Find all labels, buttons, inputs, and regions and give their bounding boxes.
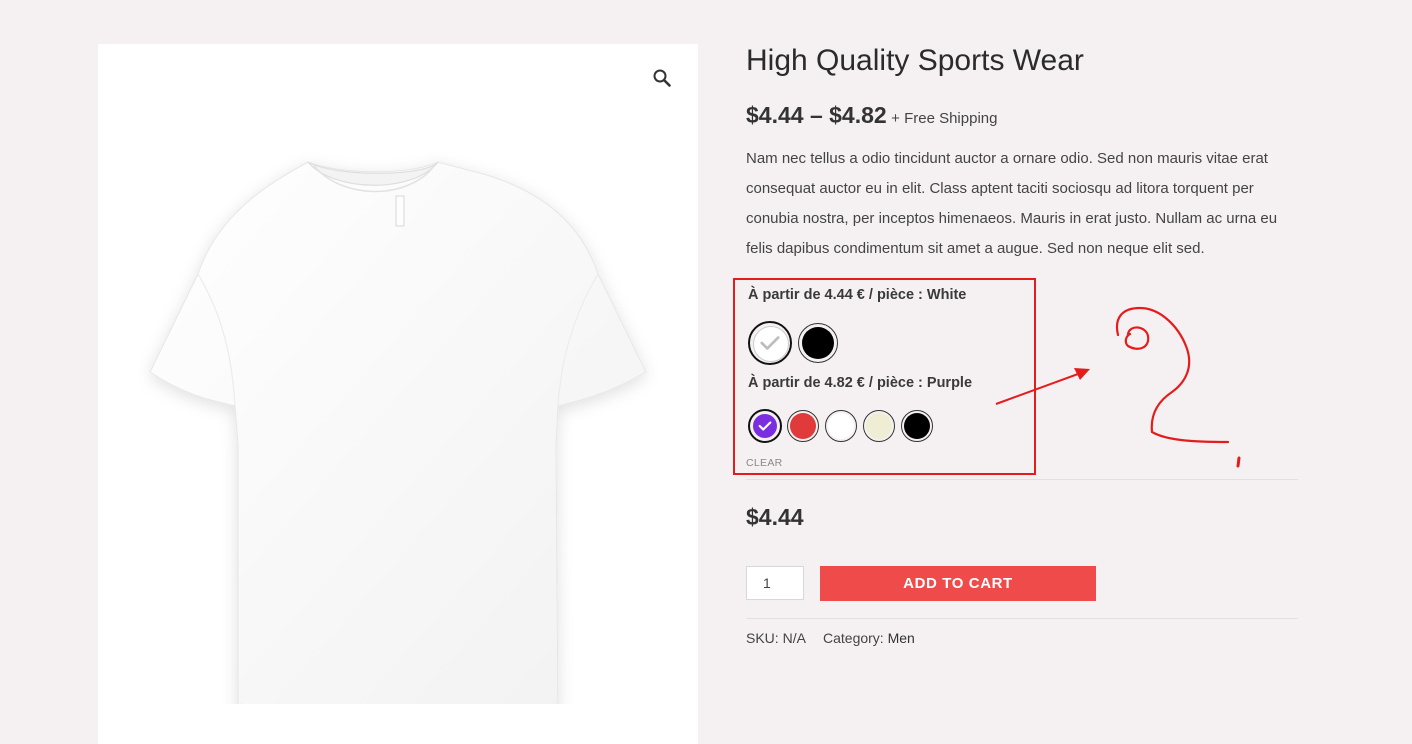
category-link[interactable]: Men bbox=[888, 630, 915, 646]
add-to-cart-button[interactable]: ADD TO CART bbox=[820, 566, 1096, 601]
swatch-black[interactable] bbox=[798, 323, 838, 363]
swatch-purple[interactable] bbox=[748, 409, 782, 443]
divider bbox=[746, 618, 1298, 619]
swatch-fill bbox=[904, 413, 930, 439]
clear-variations-link[interactable]: CLEAR bbox=[746, 457, 783, 469]
product-gallery bbox=[98, 44, 698, 744]
product-title: High Quality Sports Wear bbox=[746, 44, 1084, 77]
arrow-head-icon bbox=[1074, 368, 1090, 380]
check-icon bbox=[760, 336, 780, 350]
sku-label: SKU: bbox=[746, 630, 779, 646]
sku-value: N/A bbox=[782, 630, 806, 646]
price-range-amount: $4.44 – $4.82 bbox=[746, 102, 887, 128]
category-label: Category: bbox=[823, 630, 884, 646]
swatch-white[interactable] bbox=[748, 321, 792, 365]
product-description: Nam nec tellus a odio tincidunt auctor a… bbox=[746, 150, 1278, 257]
swatch-cream[interactable] bbox=[863, 410, 895, 442]
quantity-input[interactable] bbox=[746, 566, 804, 600]
check-icon bbox=[758, 421, 772, 431]
swatch-red[interactable] bbox=[787, 410, 819, 442]
swatch-white-2[interactable] bbox=[825, 410, 857, 442]
swatch-fill bbox=[790, 413, 816, 439]
price-range: $4.44 – $4.82 + Free Shipping bbox=[746, 102, 997, 129]
shipping-note: + Free Shipping bbox=[891, 110, 998, 127]
attribute-label-color-1: À partir de 4.44 € / pièce : White bbox=[748, 287, 967, 303]
category-meta: Category: Men bbox=[823, 630, 915, 646]
zoom-icon[interactable] bbox=[650, 66, 674, 90]
attribute-label-color-2: À partir de 4.82 € / pièce : Purple bbox=[748, 375, 973, 391]
product-image[interactable] bbox=[138, 104, 658, 704]
sku-meta: SKU: N/A bbox=[746, 630, 806, 646]
swatch-fill bbox=[802, 327, 834, 359]
variation-price: $4.44 bbox=[746, 504, 804, 530]
swatch-black-2[interactable] bbox=[901, 410, 933, 442]
swatch-fill bbox=[828, 413, 854, 439]
swatch-fill bbox=[866, 413, 892, 439]
divider bbox=[746, 479, 1298, 480]
